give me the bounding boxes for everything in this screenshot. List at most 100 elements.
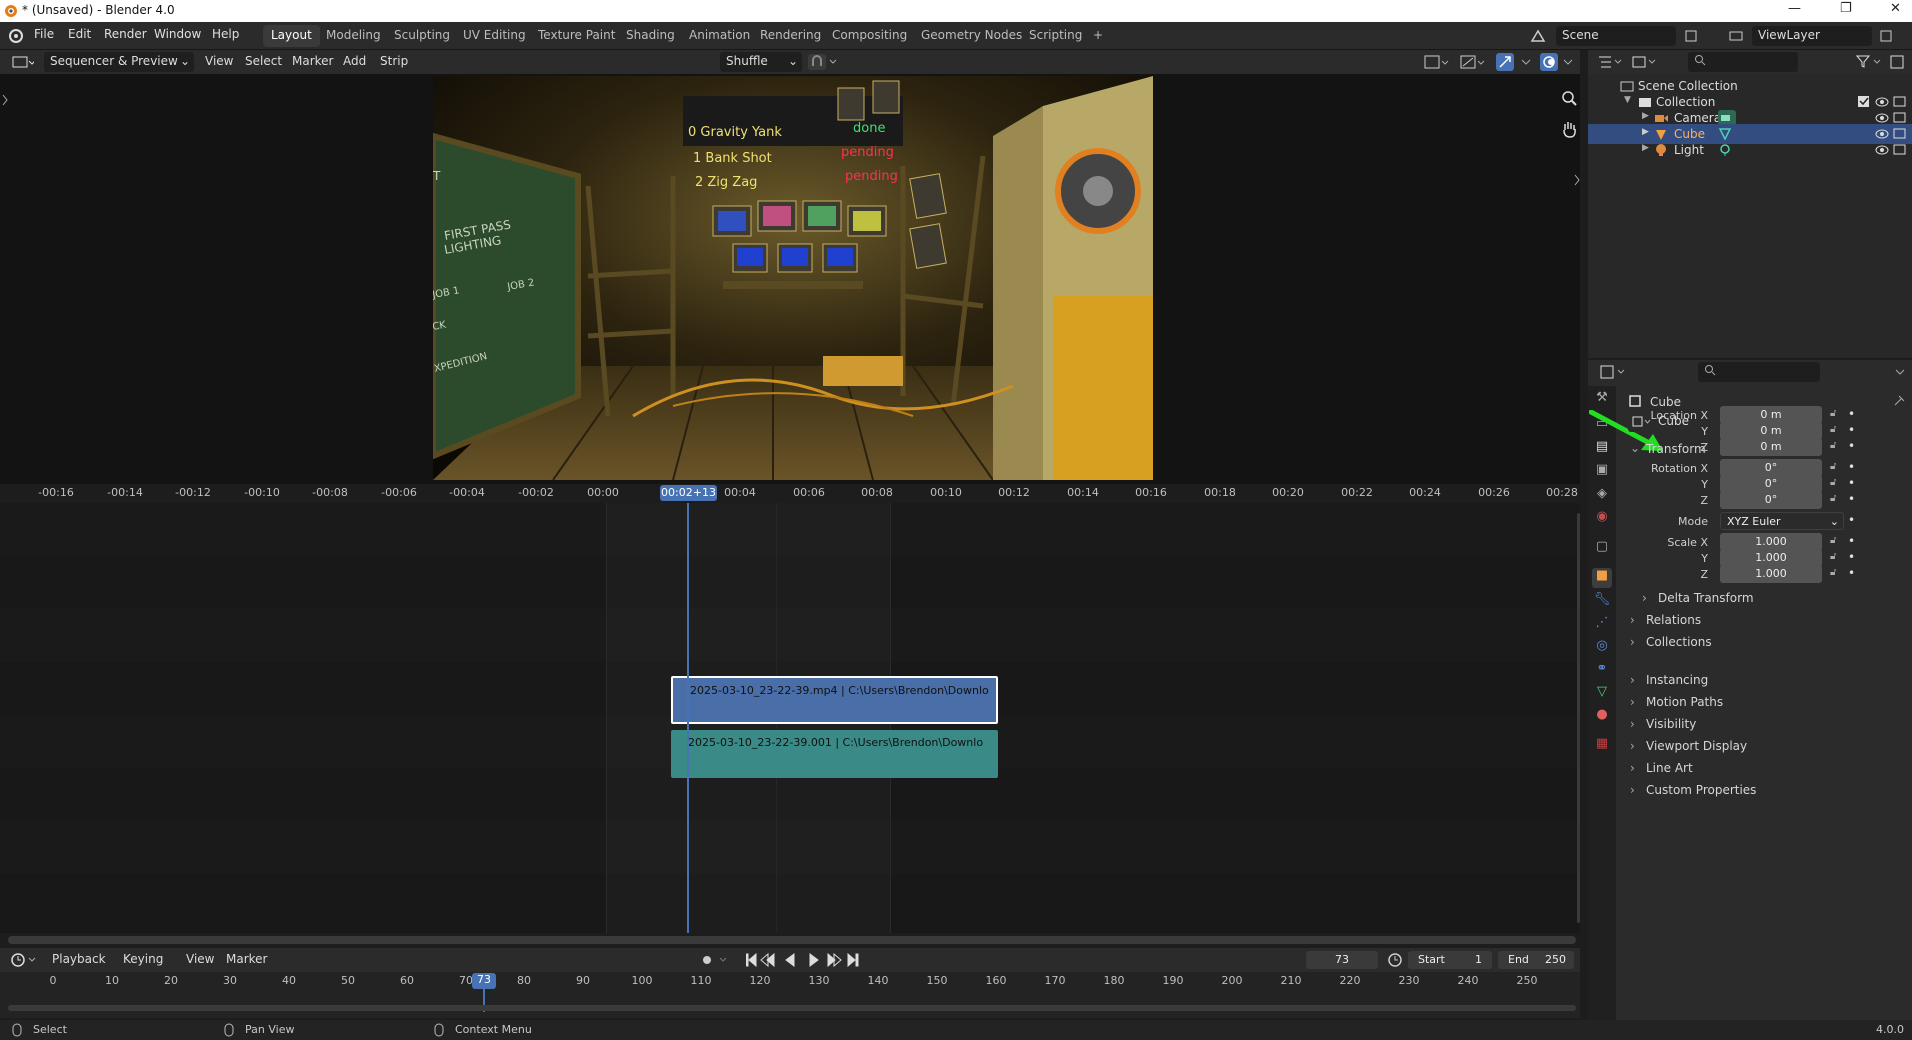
visibility-toggles[interactable]	[1874, 111, 1908, 125]
overlay-icon[interactable]	[1540, 53, 1558, 71]
channels-icon[interactable]	[1460, 54, 1486, 70]
menu-window[interactable]: Window	[154, 27, 201, 41]
start-frame-field[interactable]: Start 1	[1408, 951, 1492, 969]
close-button[interactable]: ✕	[1890, 1, 1901, 16]
keyframe-dot-icon[interactable]: •	[1848, 460, 1855, 474]
time-ruler[interactable]: -00:16 -00:14 -00:12 -00:10 -00:08 -00:0…	[0, 484, 1580, 502]
view-layer-icon[interactable]	[1728, 28, 1744, 44]
panel-collections[interactable]: › Collections	[1624, 631, 1908, 653]
view-layer-tab-icon[interactable]: ▣	[1592, 462, 1612, 482]
sequencer-timeline[interactable]: 2025-03-10_23-22-39.mp4 | C:\Users\Brend…	[0, 503, 1580, 933]
playhead-line[interactable]	[687, 503, 689, 933]
maximize-button[interactable]: ❐	[1840, 1, 1852, 16]
frame-ruler[interactable]: 0 10 20 30 40 50 60 70 80 90 100 110 120…	[0, 972, 1580, 1012]
outliner-editor-icon[interactable]	[1598, 55, 1624, 69]
tab-shading[interactable]: Shading	[618, 25, 683, 47]
tab-texture-paint[interactable]: Texture Paint	[530, 25, 623, 47]
physics-tab-icon[interactable]: ◎	[1592, 638, 1612, 658]
scene-icon[interactable]	[1530, 28, 1546, 44]
scale-z-field[interactable]: 1.000	[1720, 565, 1822, 583]
add-workspace-button[interactable]: +	[1085, 25, 1111, 47]
particles-tab-icon[interactable]: ⋰	[1592, 615, 1612, 635]
timeline-scrollbar[interactable]	[8, 1005, 1576, 1011]
visibility-toggles[interactable]	[1874, 127, 1908, 141]
seq-menu-marker[interactable]: Marker	[292, 54, 333, 68]
blender-menu-icon[interactable]	[8, 28, 24, 44]
texture-tab-icon[interactable]: ▦	[1592, 736, 1612, 756]
tab-geometry-nodes[interactable]: Geometry Nodes	[913, 25, 1030, 47]
toolbar-expand-icon[interactable]	[2, 94, 8, 106]
record-icon[interactable]	[700, 953, 730, 967]
display-mode-icon[interactable]	[1632, 55, 1658, 69]
new-view-layer-icon[interactable]	[1878, 28, 1894, 44]
panel-instancing[interactable]: › Instancing	[1624, 669, 1908, 691]
keyframe-dot-icon[interactable]: •	[1848, 423, 1855, 437]
timeline-menu-keying[interactable]: Keying	[123, 952, 163, 966]
preview-range-icon[interactable]	[1387, 952, 1403, 968]
lock-icon[interactable]: 🔓︎	[1830, 440, 1836, 451]
expand-right-icon[interactable]: ▶	[1642, 111, 1649, 121]
panel-relations[interactable]: › Relations	[1624, 609, 1908, 631]
outliner-search[interactable]	[1688, 52, 1798, 72]
timeline-menu-playback[interactable]: Playback	[52, 952, 106, 966]
lock-icon[interactable]: 🔓︎	[1830, 493, 1836, 504]
tab-compositing[interactable]: Compositing	[824, 25, 915, 47]
lock-icon[interactable]: 🔓︎	[1830, 535, 1836, 546]
keyframe-dot-icon[interactable]: •	[1848, 476, 1855, 490]
pan-hand-icon[interactable]	[1561, 120, 1577, 138]
horizontal-scrollbar[interactable]	[8, 936, 1576, 944]
outliner[interactable]: Scene Collection ▼ Collection ▶ Camera ▶…	[1588, 50, 1912, 358]
tab-uv-editing[interactable]: UV Editing	[455, 25, 534, 47]
constraints-tab-icon[interactable]: ⚭	[1592, 661, 1612, 681]
lock-icon[interactable]: 🔓︎	[1830, 424, 1836, 435]
keyframe-dot-icon[interactable]: •	[1848, 492, 1855, 506]
sound-strip[interactable]: 2025-03-10_23-22-39.001 | C:\Users\Brend…	[671, 730, 998, 778]
expand-down-icon[interactable]: ▼	[1624, 95, 1631, 105]
render-tab-icon[interactable]: ▭	[1592, 416, 1612, 436]
material-tab-icon[interactable]: ●	[1592, 707, 1612, 727]
panel-custom-properties[interactable]: › Custom Properties	[1624, 779, 1908, 801]
panel-motion-paths[interactable]: › Motion Paths	[1624, 691, 1908, 713]
scene-selector[interactable]: Scene	[1556, 26, 1676, 46]
current-time-badge[interactable]: 00:02+13	[660, 485, 717, 501]
panel-viewport-display[interactable]: › Viewport Display	[1624, 735, 1908, 757]
rotation-mode-dropdown[interactable]: XYZ Euler ⌄	[1720, 512, 1844, 530]
gizmo-icon[interactable]	[1496, 53, 1514, 71]
editor-type-icon[interactable]	[12, 54, 34, 70]
lock-icon[interactable]: 🔓︎	[1830, 567, 1836, 578]
expand-right-icon[interactable]: ▶	[1642, 127, 1649, 137]
movie-strip[interactable]: 2025-03-10_23-22-39.mp4 | C:\Users\Brend…	[671, 676, 998, 724]
chevron-down-icon[interactable]	[1520, 56, 1532, 68]
minimize-button[interactable]: —	[1788, 1, 1801, 16]
filter-icon[interactable]	[1856, 55, 1884, 69]
keyframe-dot-icon[interactable]: •	[1848, 407, 1855, 421]
tab-sculpting[interactable]: Sculpting	[386, 25, 458, 47]
chevron-down-icon[interactable]	[1894, 366, 1906, 378]
view-layer-selector[interactable]: ViewLayer	[1752, 26, 1872, 46]
menu-edit[interactable]: Edit	[68, 27, 91, 41]
tool-tab-icon[interactable]: ⚒	[1592, 390, 1612, 410]
seq-menu-add[interactable]: Add	[343, 54, 366, 68]
seq-menu-select[interactable]: Select	[245, 54, 282, 68]
panel-delta-transform[interactable]: › Delta Transform	[1636, 587, 1908, 609]
scene-tab-icon[interactable]: ◈	[1592, 486, 1612, 506]
lock-icon[interactable]: 🔓︎	[1830, 461, 1836, 472]
keyframe-dot-icon[interactable]: •	[1848, 439, 1855, 453]
timeline-menu-marker[interactable]: Marker	[226, 952, 267, 966]
collection-tab-icon[interactable]: ▢	[1592, 539, 1612, 559]
display-icon[interactable]	[1424, 54, 1450, 70]
properties-editor[interactable]: ⚒ ▭ ▤ ▣ ◈ ◉ ▢ ■ 🔧︎ ⋰ ◎ ⚭ ▽ ● ▦ Cube Cube…	[1588, 360, 1912, 1020]
snap-icon[interactable]	[808, 54, 838, 70]
keyframe-dot-icon[interactable]: •	[1848, 566, 1855, 580]
tab-rendering[interactable]: Rendering	[752, 25, 829, 47]
pin-icon[interactable]	[1892, 394, 1906, 408]
seq-menu-view[interactable]: View	[205, 54, 233, 68]
chevron-down-icon[interactable]	[1562, 56, 1574, 68]
properties-editor-icon[interactable]	[1600, 365, 1628, 379]
menu-render[interactable]: Render	[104, 27, 147, 41]
new-collection-icon[interactable]	[1890, 55, 1906, 69]
visibility-toggles[interactable]	[1874, 143, 1908, 157]
timeline-menu-view[interactable]: View	[186, 952, 214, 966]
location-z-field[interactable]: 0 m	[1720, 438, 1822, 456]
vertical-scrollbar[interactable]	[1577, 513, 1580, 923]
